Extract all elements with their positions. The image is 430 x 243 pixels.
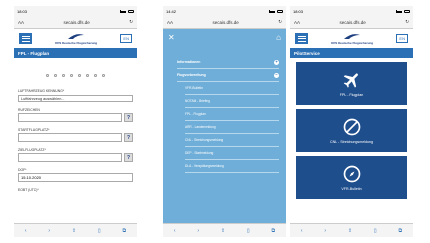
share-icon[interactable]: ⇪	[348, 228, 352, 234]
dof-input[interactable]: 15.10.2020	[18, 173, 133, 182]
status-time: 18:03	[17, 8, 28, 14]
app-header: DFS Deutsche Flugsicherung EN	[14, 29, 137, 48]
signal-icon	[120, 9, 126, 13]
battery-icon	[128, 9, 134, 13]
menu-item-flugvorbereitung[interactable]: Flugvorbereitung −	[177, 69, 279, 82]
menu-button[interactable]	[19, 33, 32, 44]
submenu-item-notam[interactable]: NOTAM - Briefing	[185, 95, 279, 108]
submenu-item-arr[interactable]: ARR - Landemeldung	[185, 121, 279, 134]
collapse-icon[interactable]: −	[274, 72, 279, 78]
callsign-label: RUFZEICHEN	[18, 108, 40, 112]
bookmarks-icon[interactable]: ▯	[374, 228, 377, 234]
browser-url-bar[interactable]: AA secais.dfs.de ↻	[290, 16, 413, 29]
reload-icon[interactable]: ↻	[405, 19, 409, 25]
submenu-item-vfr-bulletin[interactable]: VFR-Bulletin	[185, 82, 279, 95]
tabs-icon[interactable]: ⧉	[398, 228, 402, 234]
forward-icon[interactable]: ›	[324, 228, 326, 234]
nav-menu: ✕ ⌂ Informationen + Flugvorbereitung − VFR…	[163, 29, 286, 223]
dof-label: DOF*	[18, 168, 27, 172]
status-bar: 18:03	[14, 6, 137, 16]
eobt-label: EOBT (UTC)*	[18, 188, 39, 192]
forward-icon[interactable]: ›	[48, 228, 50, 234]
tabs-icon[interactable]: ⧉	[122, 228, 126, 234]
destination-help-button[interactable]: ?	[124, 153, 133, 162]
tile-cnl[interactable]: CNL - Streichungsmeldung	[296, 109, 407, 152]
browser-url-bar[interactable]: AA secais.dfs.de ↻	[163, 16, 286, 29]
callsign-input[interactable]	[18, 113, 122, 122]
cancel-icon	[343, 118, 360, 136]
url-text[interactable]: secais.dfs.de	[24, 20, 129, 25]
phone-fpl-form: 18:03 AA secais.dfs.de ↻ DFS Deutsche Fl…	[14, 6, 137, 237]
app-header: DFS Deutsche Flugsicherung EN	[290, 29, 413, 48]
url-text[interactable]: secais.dfs.de	[300, 20, 405, 25]
language-button[interactable]: EN	[396, 34, 408, 43]
browser-toolbar: ‹ › ⇪ ▯ ⧉	[14, 223, 137, 237]
share-icon[interactable]: ⇪	[72, 228, 76, 234]
destination-input[interactable]	[18, 153, 122, 162]
status-bar: 18:03	[290, 6, 413, 16]
dfs-logo: DFS Deutsche Flugsicherung	[331, 33, 373, 45]
tile-vfr-label: VFR-Bulletin	[341, 187, 362, 191]
browser-url-bar[interactable]: AA secais.dfs.de ↻	[14, 16, 137, 29]
tabs-icon[interactable]: ⧉	[271, 228, 275, 234]
airplane-icon	[343, 73, 358, 88]
destination-label: ZIELFLUGPLATZ*	[18, 148, 46, 152]
bookmarks-icon[interactable]: ▯	[98, 228, 101, 234]
step-indicator	[18, 74, 133, 77]
callsign-help-button[interactable]: ?	[124, 113, 133, 122]
status-time: 14:42	[166, 8, 177, 14]
back-icon[interactable]: ‹	[301, 228, 303, 234]
aircraft-id-label: LUFTFAHRZEUG KENNUNG*	[18, 89, 65, 93]
submenu-item-dla[interactable]: DLA - Verspätungsmeldung	[185, 160, 279, 173]
departure-label: STARTFLUGPLATZ*	[18, 128, 50, 132]
departure-input[interactable]	[18, 133, 122, 142]
tile-cnl-label: CNL - Streichungsmeldung	[329, 140, 373, 144]
close-icon[interactable]: ✕	[168, 33, 175, 42]
submenu-item-fpl[interactable]: FPL - Flugplan	[185, 108, 279, 121]
back-icon[interactable]: ‹	[174, 228, 176, 234]
submenu-item-dep[interactable]: DEP - Startmeldung	[185, 147, 279, 160]
tile-fpl-label: FPL - Flugplan	[339, 93, 364, 97]
compass-icon	[343, 165, 360, 183]
tile-fpl[interactable]: FPL - Flugplan	[296, 62, 407, 105]
home-icon[interactable]: ⌂	[276, 33, 281, 42]
fpl-form: LUFTFAHRZEUG KENNUNG* Luftfahrzeug auswä…	[14, 58, 137, 196]
reload-icon[interactable]: ↻	[129, 19, 133, 25]
browser-toolbar: ‹ › ⇪ ▯ ⧉	[163, 223, 286, 237]
language-button[interactable]: EN	[120, 34, 132, 43]
status-time: 18:03	[293, 8, 304, 14]
status-bar: 14:42	[163, 6, 286, 16]
phone-menu: 14:42 AA secais.dfs.de ↻ ✕ ⌂ Information…	[163, 6, 286, 237]
url-text[interactable]: secais.dfs.de	[173, 20, 278, 25]
reload-icon[interactable]: ↻	[278, 19, 282, 25]
share-icon[interactable]: ⇪	[221, 228, 225, 234]
menu-button[interactable]	[295, 33, 308, 44]
dfs-logo: DFS Deutsche Flugsicherung	[55, 33, 97, 45]
aircraft-id-select[interactable]: Luftfahrzeug auswählen...	[18, 95, 133, 102]
expand-icon[interactable]: +	[274, 59, 279, 65]
page-title: FPL - Flugplan	[14, 48, 137, 58]
departure-help-button[interactable]: ?	[124, 133, 133, 142]
signal-icon	[269, 9, 275, 13]
page-title: PilotService	[290, 48, 413, 58]
battery-icon	[404, 9, 410, 13]
submenu-item-cnl[interactable]: CNL - Streichungsmeldung	[185, 134, 279, 147]
signal-icon	[396, 9, 402, 13]
bookmarks-icon[interactable]: ▯	[247, 228, 250, 234]
browser-toolbar: ‹ › ⇪ ▯ ⧉	[290, 223, 413, 237]
forward-icon[interactable]: ›	[197, 228, 199, 234]
tile-vfr-bulletin[interactable]: VFR-Bulletin	[296, 156, 407, 199]
back-icon[interactable]: ‹	[25, 228, 27, 234]
menu-item-informationen[interactable]: Informationen +	[177, 56, 279, 69]
battery-icon	[277, 9, 283, 13]
phone-pilotservice: 18:03 AA secais.dfs.de ↻ DFS Deutsche Fl…	[290, 6, 413, 237]
